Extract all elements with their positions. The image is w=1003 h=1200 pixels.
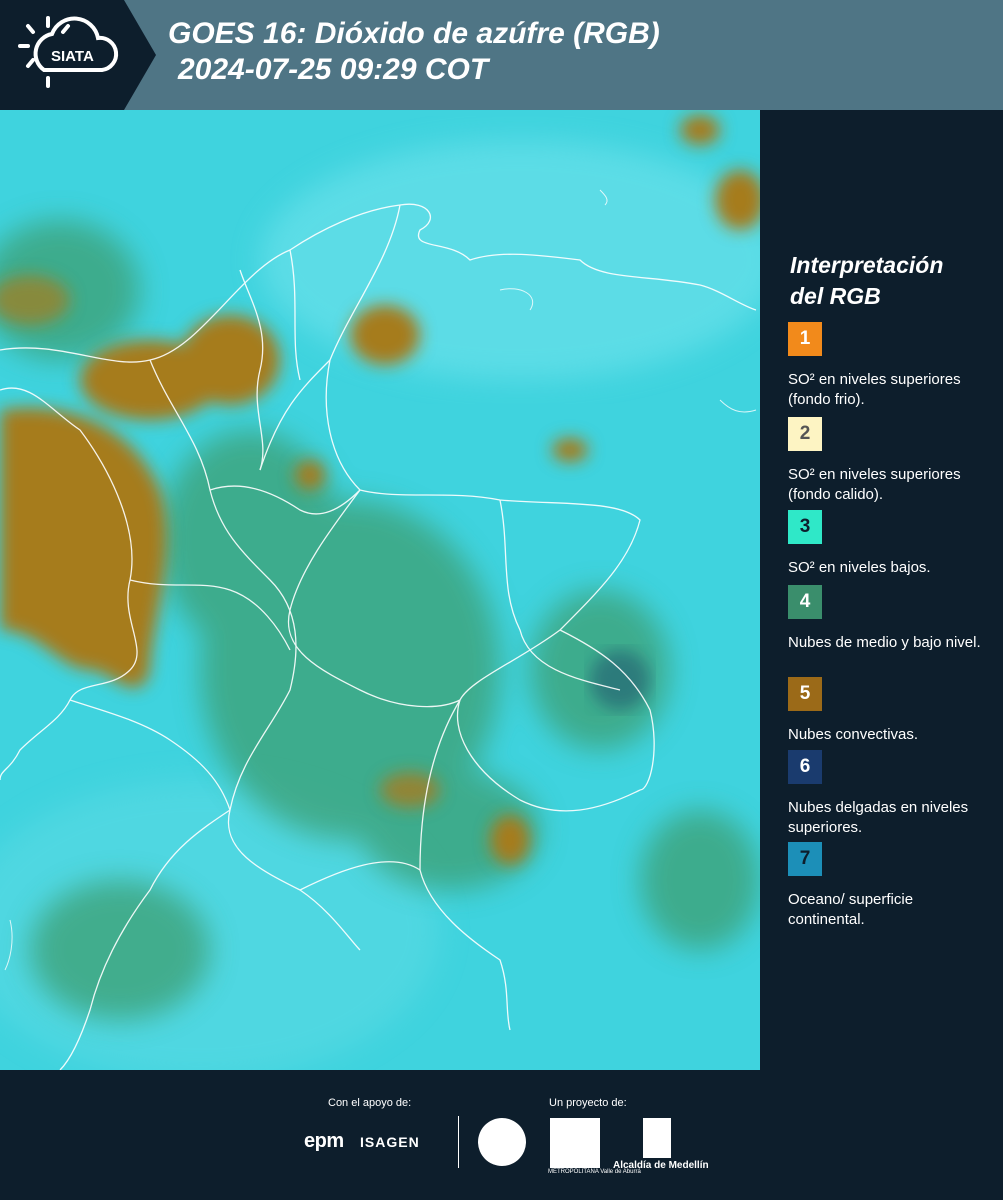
satellite-map: [0, 110, 760, 1070]
medellin-seal-logo: [478, 1118, 526, 1166]
siata-logo: SIATA: [14, 14, 124, 94]
legend-number: 7: [799, 848, 811, 869]
rgb-legend: Interpretación del RGB 1 SO² en niveles …: [760, 110, 1003, 1070]
legend-number: 4: [799, 591, 811, 612]
legend-item: 7 Oceano/ superficie continental.: [788, 842, 993, 930]
legend-swatch: 4: [788, 585, 822, 619]
legend-item: 3 SO² en niveles bajos.: [788, 510, 993, 578]
area-metropolitana-logo: [550, 1118, 600, 1168]
legend-number: 2: [799, 423, 811, 444]
legend-title-line-2: del RGB: [790, 283, 881, 309]
legend-swatch: 7: [788, 842, 822, 876]
title-line-1: GOES 16: Dióxido de azúfre (RGB): [168, 17, 660, 50]
legend-item: 5 Nubes convectivas.: [788, 677, 993, 745]
legend-swatch: 2: [788, 417, 822, 451]
legend-title-line-1: Interpretación: [790, 252, 944, 278]
legend-item: 1 SO² en niveles superiores (fondo frio)…: [788, 322, 993, 410]
epm-logo: epm: [304, 1130, 344, 1152]
legend-label: Oceano/ superficie continental.: [788, 891, 914, 928]
legend-number: 6: [799, 756, 811, 777]
legend-swatch: 5: [788, 677, 822, 711]
alcaldia-caption: Alcaldía de Medellín: [613, 1160, 709, 1171]
legend-item: 4 Nubes de medio y bajo nivel.: [788, 585, 993, 653]
title-line-2: 2024-07-25 09:29 COT: [178, 53, 489, 86]
legend-swatch: 3: [788, 510, 822, 544]
legend-label: SO² en niveles bajos.: [788, 559, 931, 576]
project-label: Un proyecto de:: [549, 1097, 627, 1109]
legend-number: 1: [799, 328, 811, 349]
legend-number: 3: [799, 516, 811, 537]
footer-divider: [458, 1116, 459, 1168]
isagen-logo: ISAGEN: [360, 1134, 420, 1150]
legend-swatch: 6: [788, 750, 822, 784]
legend-number: 5: [799, 683, 811, 704]
legend-item: 6 Nubes delgadas en niveles superiores.: [788, 750, 993, 838]
legend-label: SO² en niveles superiores (fondo calido)…: [788, 466, 961, 503]
legend-label: Nubes delgadas en niveles superiores.: [788, 799, 969, 836]
logo-text: SIATA: [51, 48, 94, 65]
page-title: GOES 16: Dióxido de azúfre (RGB) 2024-07…: [168, 16, 660, 88]
header-notch: [124, 0, 156, 110]
legend-item: 2 SO² en niveles superiores (fondo calid…: [788, 417, 993, 505]
legend-label: SO² en niveles superiores (fondo frio).: [788, 371, 961, 408]
legend-label: Nubes convectivas.: [788, 726, 919, 743]
footer: Con el apoyo de: Un proyecto de: epm ISA…: [0, 1070, 1003, 1200]
alcaldia-crest-logo: [643, 1118, 671, 1158]
legend-swatch: 1: [788, 322, 822, 356]
legend-label: Nubes de medio y bajo nivel.: [788, 634, 981, 651]
support-label: Con el apoyo de:: [328, 1097, 412, 1109]
legend-title: Interpretación del RGB: [790, 250, 943, 312]
header-bar: SIATA GOES 16: Dióxido de azúfre (RGB) 2…: [0, 0, 1003, 110]
